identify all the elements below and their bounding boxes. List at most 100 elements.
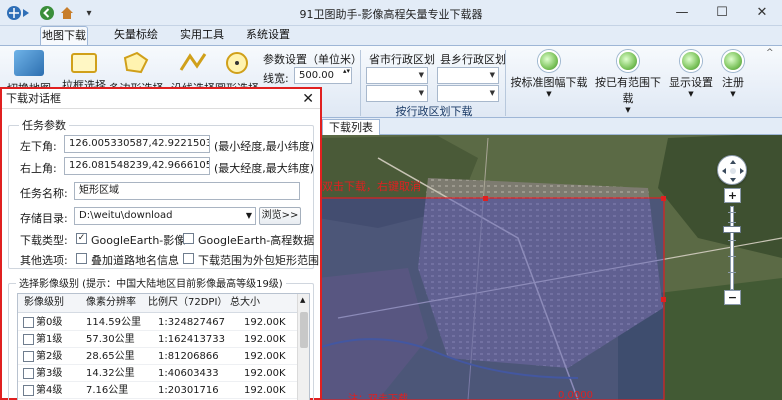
zoom-tick [728,222,736,223]
dropdown-arrow-icon: ▼ [625,106,631,114]
table-row[interactable]: 第1级 57.30公里 1:162413733 192.00K [18,331,299,348]
tab-map-download[interactable]: 地图下载 [40,26,88,45]
save-dir-label: 存储目录: [20,212,68,225]
display-settings-button[interactable]: 显示设置 ▼ [668,50,714,98]
type-image-checkbox[interactable]: ✓ [76,233,87,244]
lower-left-input[interactable]: 126.005330587,42.922150300 [64,135,210,153]
task-params-title: 任务参数 [19,117,69,133]
standard-sheet-label: 按标准图幅下载 [510,76,588,89]
township-select[interactable]: ▼ [437,85,499,102]
levels-table: 影像级别 像素分辨率 比例尺（72DPI） 总大小 第0级 114.59公里 1… [17,293,310,400]
lower-left-note: (最小经度,最小纬度) [214,140,315,153]
selection-handle[interactable] [483,196,488,201]
ribbon-collapse-icon[interactable]: ^ [766,48,774,58]
browse-button[interactable]: 浏览>> [259,207,301,225]
scale-cell: 1:81206866 [158,351,219,362]
title-bar: ▾ 91卫图助手-影像高程矢量专业下载器 — ☐ ✕ [0,0,782,26]
save-dir-select[interactable]: D:\weitu\download ▼ [74,207,256,225]
option-outer-checkbox[interactable] [183,253,194,264]
row-checkbox[interactable] [23,317,34,328]
chevron-down-icon: ▼ [418,71,424,79]
scale-cell: 1:324827467 [158,317,225,328]
download-icon [617,50,639,72]
line-width-label: 线宽: [263,72,289,85]
table-row[interactable]: 第3级 14.32公里 1:40603433 192.00K [18,365,299,382]
resolution-cell: 14.32公里 [86,368,135,379]
display-icon [680,50,702,72]
table-row[interactable]: 第2级 28.65公里 1:81206866 192.00K [18,348,299,365]
display-settings-label: 显示设置 [669,76,713,89]
county-region-label: 县乡行政区划 [440,53,506,66]
chevron-down-icon: ▼ [245,211,252,220]
resolution-cell: 57.30公里 [86,334,135,345]
table-row[interactable]: 第0级 114.59公里 1:324827467 192.00K [18,314,299,331]
close-button[interactable]: ✕ [744,2,780,24]
tab-download-list[interactable]: 下载列表 [322,119,380,135]
option-outer-label: 下载范围为外包矩形范围 [198,254,319,267]
register-button[interactable]: 注册 ▼ [718,50,748,98]
level-cell: 第3级 [36,368,63,379]
upper-right-label: 右上角: [20,162,57,175]
size-cell: 192.00K [244,351,286,362]
level-cell: 第0级 [36,317,63,328]
download-type-label: 下载类型: [20,234,68,247]
city-select[interactable]: ▼ [366,85,428,102]
map-bottom-hint-right: 0,0000 [558,390,593,400]
region-group-label: 按行政区划下载 [395,105,473,118]
resolution-cell: 114.59公里 [86,317,141,328]
zoom-slider[interactable] [730,206,734,290]
tab-vector-plot[interactable]: 矢量标绘 [110,26,162,45]
column-header: 像素分辨率 [86,297,136,308]
maximize-button[interactable]: ☐ [704,2,740,24]
chevron-down-icon: ▼ [489,71,495,79]
scrollbar-thumb[interactable] [300,312,308,348]
polyline-icon [178,50,208,76]
dialog-close-icon[interactable]: ✕ [302,91,314,107]
task-name-label: 任务名称: [20,187,68,200]
province-select[interactable]: ▼ [366,67,428,84]
row-checkbox[interactable] [23,385,34,396]
row-checkbox[interactable] [23,368,34,379]
upper-right-input[interactable]: 126.081548239,42.966610596 [64,157,210,175]
line-width-input[interactable]: 500.00 [294,67,352,84]
ribbon-separator [360,50,361,116]
option-roads-checkbox[interactable] [76,253,87,264]
tab-settings[interactable]: 系统设置 [242,26,294,45]
ribbon-separator [505,50,506,116]
tab-tools[interactable]: 实用工具 [176,26,228,45]
scale-cell: 1:40603433 [158,368,219,379]
column-header: 影像级别 [24,297,64,308]
minimize-button[interactable]: — [664,2,700,24]
zoom-in-button[interactable]: + [724,188,741,203]
zoom-slider-thumb[interactable] [723,226,741,233]
standard-sheet-download-button[interactable]: 按标准图幅下载 ▼ [510,50,588,98]
row-checkbox[interactable] [23,334,34,345]
zoom-out-button[interactable]: − [724,290,741,305]
selection-handle[interactable] [661,196,666,201]
app-window: ▾ 91卫图助手-影像高程矢量专业下载器 — ☐ ✕ 地图下载 矢量标绘 实用工… [0,0,782,400]
table-scrollbar[interactable]: ▲ [297,294,309,400]
selection-handle[interactable] [661,297,666,302]
map-view[interactable]: 下载列表 双击下载，右键取消 注：双击下载 0,0000 [318,118,782,400]
size-cell: 192.00K [244,334,286,345]
zoom-tick [728,240,736,241]
pan-arrows-icon [722,160,744,182]
size-cell: 192.00K [244,368,286,379]
chevron-down-icon: ▼ [489,89,495,97]
resolution-cell: 28.65公里 [86,351,135,362]
row-checkbox[interactable] [23,351,34,362]
table-row[interactable]: 第4级 7.16公里 1:20301716 192.00K [18,382,299,399]
satellite-map[interactable] [318,118,782,400]
pan-control[interactable] [717,155,747,185]
params-title: 参数设置（单位米） [263,53,362,66]
type-image-label: GoogleEarth-影像 [91,234,186,247]
existing-range-download-button[interactable]: 按已有范围下载 ▼ [590,50,666,114]
map-icon [14,50,44,76]
chevron-down-icon: ▼ [418,89,424,97]
scroll-up-icon[interactable]: ▲ [300,296,305,304]
type-elevation-checkbox[interactable] [183,233,194,244]
county-select[interactable]: ▼ [437,67,499,84]
task-name-input[interactable]: 矩形区域 [74,182,300,200]
province-region-label: 省市行政区划 [369,53,435,66]
level-cell: 第2级 [36,351,63,362]
